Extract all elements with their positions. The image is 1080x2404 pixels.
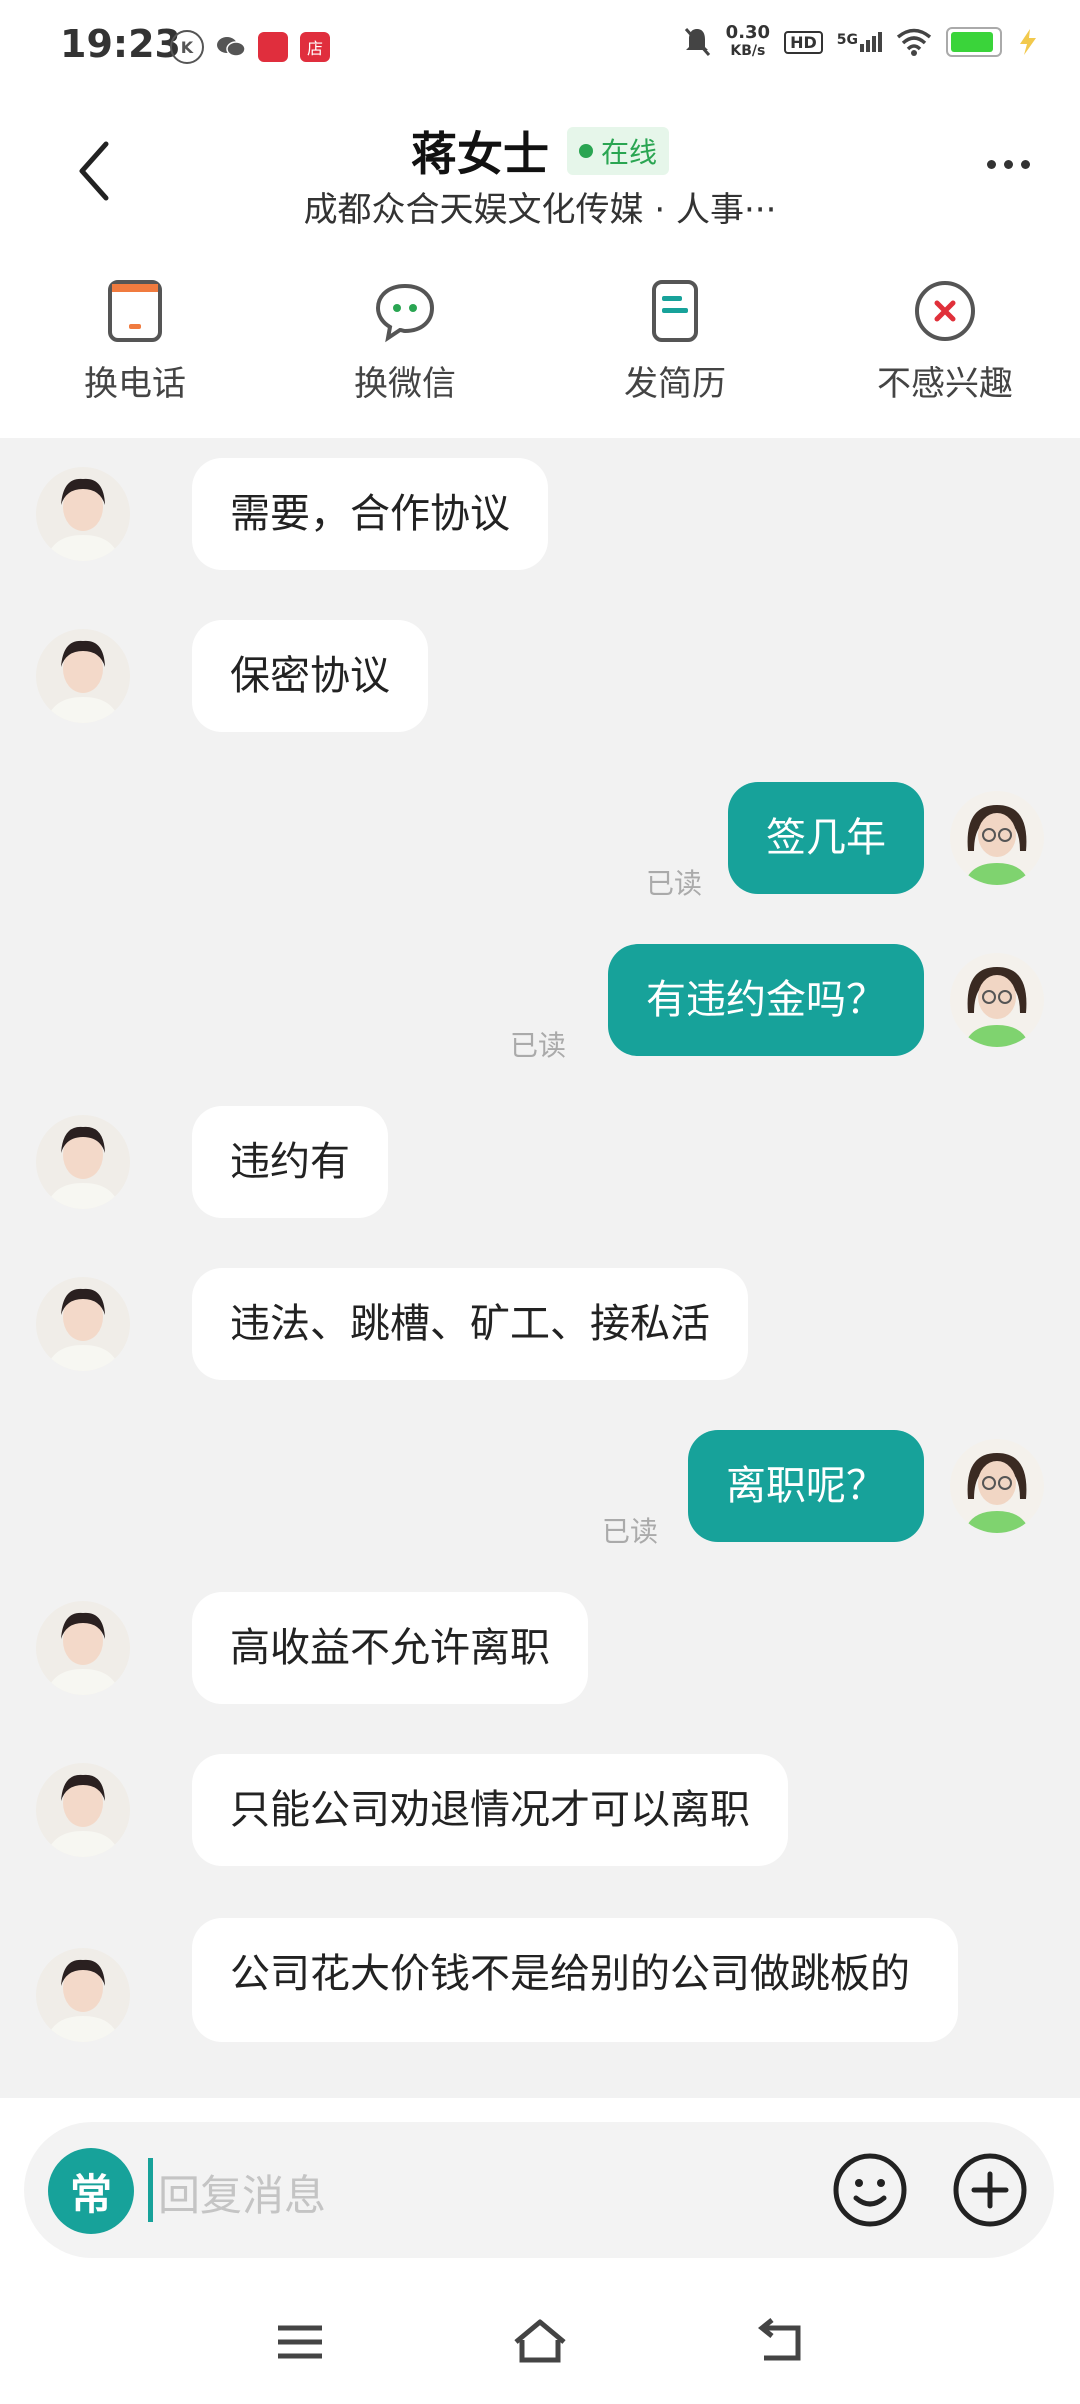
contact-name: 蒋女士: [410, 127, 549, 181]
message-bubble[interactable]: 离职呢？: [688, 1430, 924, 1542]
battery-icon: [946, 27, 1002, 57]
recruiter-avatar[interactable]: [36, 629, 130, 723]
incoming-message: 只能公司劝退情况才可以离职: [36, 1754, 788, 1866]
title-row: 蒋女士 在线: [0, 118, 1080, 184]
recruiter-avatar[interactable]: [36, 1601, 130, 1695]
outgoing-message: 有违约金吗？: [608, 944, 1044, 1056]
user-avatar[interactable]: [950, 1439, 1044, 1533]
send-resume-label: 发简历: [624, 364, 726, 404]
net-speed-value: 0.30: [725, 22, 771, 43]
message-bubble[interactable]: 签几年: [728, 782, 924, 894]
incoming-message: 违约有: [36, 1106, 388, 1218]
message-input[interactable]: 回复消息: [158, 2162, 326, 2223]
read-receipt: 已读: [510, 1029, 567, 1062]
message-bubble[interactable]: 高收益不允许离职: [192, 1592, 588, 1704]
system-status-icons: 0.30 KB/s HD 5G: [682, 24, 1040, 60]
outgoing-message: 离职呢？: [688, 1430, 1044, 1542]
recruiter-avatar[interactable]: [36, 467, 130, 561]
exchange-wechat-button[interactable]: 换微信: [270, 246, 540, 438]
online-dot-icon: [578, 144, 593, 158]
common-phrases-button[interactable]: 常: [48, 2148, 134, 2234]
read-receipt: 已读: [646, 867, 703, 900]
incoming-message: 公司花大价钱不是给别的公司做跳板的: [36, 1918, 958, 2042]
menu-icon[interactable]: [270, 2314, 330, 2370]
mute-icon: [684, 28, 710, 56]
exchange-phone-label: 换电话: [84, 364, 186, 404]
outgoing-message: 签几年: [728, 782, 1044, 894]
quick-actions: 换电话 换微信 发简历 不感兴趣: [0, 246, 1080, 438]
resume-icon: [652, 280, 698, 342]
online-badge: 在线: [566, 127, 669, 175]
message-bubble[interactable]: 保密协议: [192, 620, 428, 732]
signal-indicator: 5G: [837, 32, 882, 52]
user-avatar[interactable]: [950, 953, 1044, 1047]
net-speed: 0.30 KB/s: [726, 24, 770, 60]
read-receipt: 已读: [602, 1515, 659, 1548]
shop-icon: 店: [300, 32, 330, 62]
recruiter-avatar[interactable]: [36, 1763, 130, 1857]
incoming-message: 违法、跳槽、矿工、接私活: [36, 1268, 748, 1380]
not-interested-label: 不感兴趣: [877, 364, 1013, 404]
xiaohongshu-icon: [258, 32, 288, 62]
contact-company: 成都众合天娱文化传媒 · 人事···: [303, 190, 777, 230]
send-resume-button[interactable]: 发简历: [540, 246, 810, 438]
status-bar: 19:23 K 店 0.30 KB/s HD 5G: [0, 0, 1080, 96]
message-bubble[interactable]: 违法、跳槽、矿工、接私活: [192, 1268, 748, 1380]
text-caret: [148, 2158, 153, 2222]
system-nav-bar: [0, 2278, 1080, 2404]
chat-message-list[interactable]: 需要，合作协议 保密协议 已读 签几年 已读 有违约金吗？ 违约有 违法、跳槽、…: [0, 438, 1080, 2098]
message-bubble[interactable]: 违约有: [192, 1106, 388, 1218]
wifi-icon: [896, 28, 932, 56]
more-options-icon[interactable]: [987, 160, 1030, 169]
home-icon[interactable]: [510, 2314, 570, 2370]
message-bubble[interactable]: 有违约金吗？: [608, 944, 924, 1056]
message-bubble[interactable]: 只能公司劝退情况才可以离职: [192, 1754, 788, 1866]
exchange-phone-button[interactable]: 换电话: [0, 246, 270, 438]
incoming-message: 保密协议: [36, 620, 428, 732]
net-speed-unit: KB/s: [730, 43, 766, 59]
wechat-chat-icon: [375, 283, 435, 343]
k-app-icon: K: [170, 30, 204, 64]
incoming-message: 需要，合作协议: [36, 458, 548, 570]
back-nav-icon[interactable]: [750, 2314, 810, 2370]
recruiter-avatar[interactable]: [36, 1948, 130, 2042]
incoming-message: 高收益不允许离职: [36, 1592, 588, 1704]
close-circle-icon: [915, 281, 975, 341]
recruiter-avatar[interactable]: [36, 1277, 130, 1371]
wechat-icon: [216, 32, 246, 62]
status-time: 19:23: [60, 22, 181, 66]
notification-icons: K 店: [170, 30, 330, 64]
hd-badge: HD: [784, 30, 823, 54]
online-status-label: 在线: [600, 136, 657, 169]
input-bar: 常 回复消息: [0, 2098, 1080, 2278]
signal-label: 5G: [836, 32, 858, 48]
exchange-wechat-label: 换微信: [354, 364, 456, 404]
user-avatar[interactable]: [950, 791, 1044, 885]
message-input-box[interactable]: 常 回复消息: [24, 2122, 1054, 2258]
emoji-icon[interactable]: [830, 2150, 910, 2230]
recruiter-avatar[interactable]: [36, 1115, 130, 1209]
charging-icon: [1020, 29, 1036, 55]
message-bubble[interactable]: 公司花大价钱不是给别的公司做跳板的: [192, 1918, 958, 2042]
message-bubble[interactable]: 需要，合作协议: [192, 458, 548, 570]
chat-header: 蒋女士 在线 成都众合天娱文化传媒 · 人事···: [0, 96, 1080, 246]
plus-icon[interactable]: [950, 2150, 1030, 2230]
phone-icon: [108, 280, 162, 342]
not-interested-button[interactable]: 不感兴趣: [810, 246, 1080, 438]
